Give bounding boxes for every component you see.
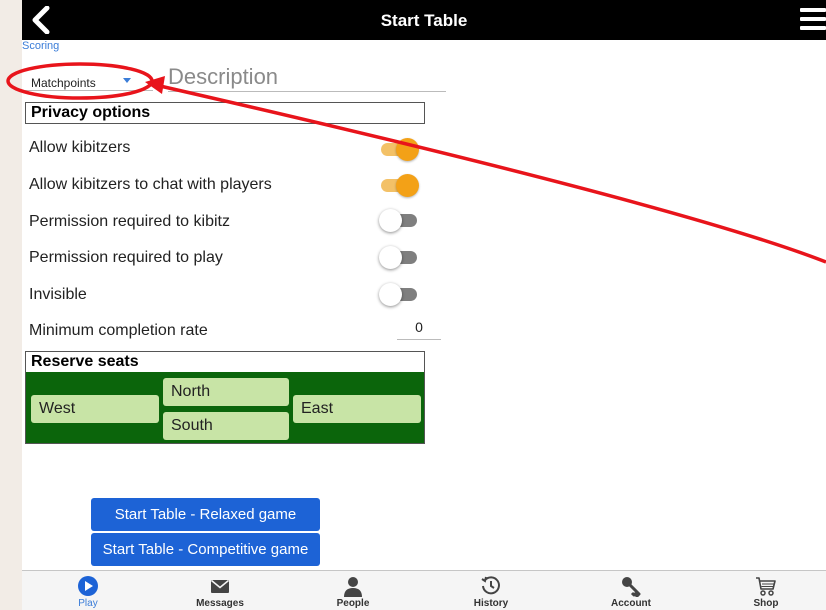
hamburger-icon	[800, 8, 826, 12]
start-relaxed-button[interactable]: Start Table - Relaxed game	[91, 498, 320, 531]
toggle-knob	[396, 174, 419, 197]
min-completion-label: Minimum completion rate	[29, 322, 208, 339]
play-icon	[78, 576, 98, 596]
page-title: Start Table	[380, 11, 468, 30]
nav-play[interactable]: Play	[43, 571, 133, 610]
scoring-label: Scoring	[22, 40, 60, 52]
toggle-knob	[379, 283, 402, 306]
hamburger-menu-button[interactable]	[800, 8, 826, 32]
start-competitive-button[interactable]: Start Table - Competitive game	[91, 533, 320, 566]
seat-east[interactable]: East	[293, 395, 421, 423]
key-icon	[622, 577, 641, 597]
permission-play-label: Permission required to play	[29, 249, 223, 266]
min-completion-input[interactable]	[397, 314, 441, 340]
toggle-knob	[379, 209, 402, 232]
allow-chat-toggle[interactable]	[379, 174, 419, 197]
start-table-screen: Start Table Scoring Matchpoints Privacy …	[22, 0, 826, 610]
invisible-toggle[interactable]	[379, 283, 419, 306]
seat-west[interactable]: West	[31, 395, 159, 423]
toggle-knob	[396, 138, 419, 161]
bottom-nav: Play Messages People History Account Sho…	[22, 570, 826, 610]
nav-shop[interactable]: Shop	[721, 571, 811, 610]
history-icon	[481, 576, 500, 595]
reserve-seats-panel: West North South East	[25, 372, 425, 444]
nav-account-label: Account	[611, 598, 651, 609]
envelope-icon	[210, 579, 230, 593]
invisible-label: Invisible	[29, 286, 87, 303]
scoring-selected-value: Matchpoints	[31, 76, 96, 90]
nav-play-label: Play	[78, 598, 98, 609]
hamburger-icon-bar	[800, 17, 826, 21]
nav-shop-label: Shop	[753, 598, 779, 609]
nav-history-label: History	[473, 598, 509, 609]
toggle-knob	[379, 246, 402, 269]
permission-kibitz-toggle[interactable]	[379, 209, 419, 232]
nav-people-label: People	[336, 598, 370, 609]
select-underline	[25, 90, 153, 91]
hamburger-icon-bar	[800, 26, 826, 30]
reserve-seats-heading: Reserve seats	[25, 351, 425, 373]
permission-kibitz-label: Permission required to kibitz	[29, 213, 230, 230]
scoring-select[interactable]: Matchpoints	[25, 68, 153, 91]
allow-chat-label: Allow kibitzers to chat with players	[29, 176, 272, 193]
seat-south[interactable]: South	[163, 412, 289, 440]
permission-play-toggle[interactable]	[379, 246, 419, 269]
top-bar: Start Table	[22, 0, 826, 40]
person-icon	[344, 577, 362, 597]
nav-history[interactable]: History	[446, 571, 536, 610]
caret-down-icon	[123, 78, 131, 83]
privacy-options-heading: Privacy options	[25, 102, 425, 124]
allow-kibitzers-toggle[interactable]	[379, 138, 419, 161]
nav-account[interactable]: Account	[586, 571, 676, 610]
nav-messages-label: Messages	[196, 598, 244, 609]
seat-north[interactable]: North	[163, 378, 289, 406]
allow-kibitzers-label: Allow kibitzers	[29, 139, 131, 156]
nav-messages[interactable]: Messages	[175, 571, 265, 610]
cart-icon	[756, 577, 776, 596]
nav-people[interactable]: People	[308, 571, 398, 610]
description-input[interactable]	[168, 62, 446, 92]
